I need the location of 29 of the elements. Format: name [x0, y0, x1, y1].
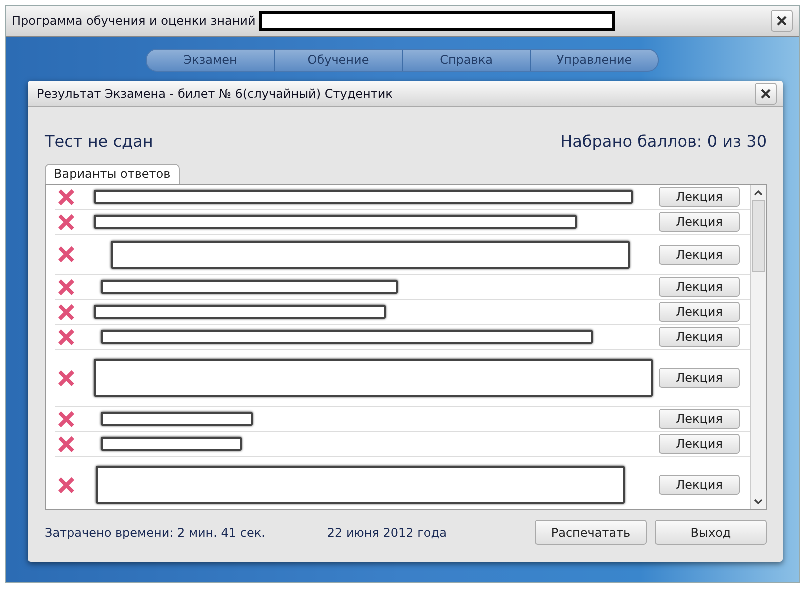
lecture-button[interactable]: Лекция: [659, 327, 740, 347]
lecture-button[interactable]: Лекция: [659, 409, 740, 429]
dialog-title: Результат Экзамена - билет № 6(случайный) Студентик: [37, 86, 393, 100]
lecture-button[interactable]: Лекция: [659, 212, 740, 232]
date-text: 22 июня 2012 года: [327, 526, 447, 540]
lecture-button[interactable]: Лекция: [659, 187, 740, 207]
window-title: Программа обучения и оценки знаний: [12, 14, 256, 28]
lecture-button[interactable]: Лекция: [659, 434, 740, 454]
close-icon: [761, 88, 771, 98]
lecture-button[interactable]: Лекция: [659, 302, 740, 322]
time-spent-text: Затрачено времени: 2 мин. 41 сек.: [45, 526, 266, 540]
close-button[interactable]: [755, 82, 777, 104]
scroll-thumb[interactable]: [752, 200, 765, 272]
scrollbar[interactable]: [750, 185, 766, 509]
close-icon: [777, 16, 787, 26]
lecture-button[interactable]: Лекция: [659, 475, 740, 495]
score-text: Набрано баллов: 0 из 30: [560, 132, 767, 153]
menu-item[interactable]: Экзамен: [147, 50, 274, 71]
lecture-button[interactable]: Лекция: [659, 277, 740, 297]
dialog-button[interactable]: Распечатать: [535, 520, 647, 545]
tab[interactable]: Варианты ответов: [45, 164, 180, 184]
menu-item[interactable]: Управление: [530, 50, 658, 71]
menu-item[interactable]: Обучение: [274, 50, 402, 71]
lecture-button[interactable]: Лекция: [659, 244, 740, 264]
result-text: Тест не сдан: [45, 132, 154, 153]
menu-item[interactable]: Справка: [402, 50, 530, 71]
dialog-button[interactable]: Выход: [655, 520, 767, 545]
close-button[interactable]: [771, 10, 793, 32]
lecture-button[interactable]: Лекция: [659, 368, 740, 388]
